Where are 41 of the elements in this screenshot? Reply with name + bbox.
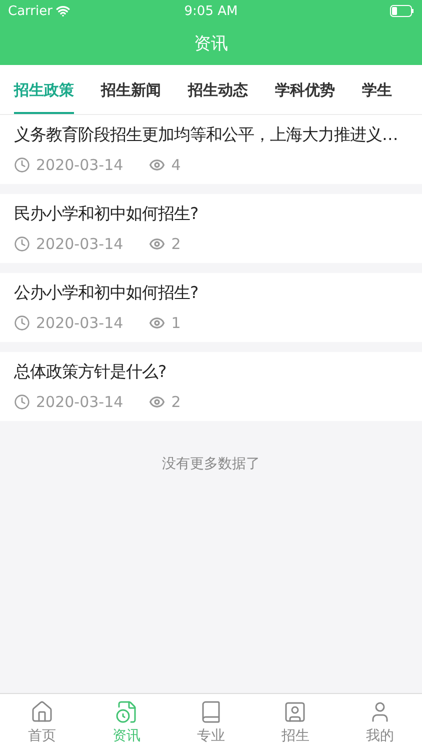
view-count: 2 xyxy=(171,235,181,253)
eye-icon xyxy=(149,236,166,252)
view-count: 4 xyxy=(171,156,181,174)
clock-icon xyxy=(14,236,30,252)
clock-icon xyxy=(14,315,30,331)
clock-icon xyxy=(14,157,30,173)
category-tab[interactable]: 招生动态 xyxy=(188,65,248,114)
article-date: 2020-03-14 xyxy=(36,393,124,411)
article-title: 义务教育阶段招生更加均等和公平，上海大力推进义… xyxy=(14,124,400,146)
contact-card-icon xyxy=(283,700,308,724)
document-clock-icon xyxy=(114,700,139,724)
view-count: 1 xyxy=(171,314,181,332)
category-tab[interactable]: 学生 xyxy=(362,65,392,114)
article-date: 2020-03-14 xyxy=(36,314,124,332)
eye-icon xyxy=(149,315,166,331)
article-card[interactable]: 公办小学和初中如何招生? 2020-03-14 1 xyxy=(0,273,422,342)
tab-bar-item[interactable]: 首页 xyxy=(0,694,84,750)
category-tab[interactable]: 招生新闻 xyxy=(101,65,161,114)
end-message: 没有更多数据了 xyxy=(162,456,260,472)
article-date: 2020-03-14 xyxy=(36,235,124,253)
article-title: 总体政策方针是什么? xyxy=(14,361,168,383)
article-card[interactable]: 民办小学和初中如何招生? 2020-03-14 2 xyxy=(0,194,422,263)
article-title: 公办小学和初中如何招生? xyxy=(14,282,200,304)
article-title: 民办小学和初中如何招生? xyxy=(14,203,200,225)
clock-time: 9:05 AM xyxy=(184,4,238,18)
clock-icon xyxy=(14,394,30,410)
page-title: 资讯 xyxy=(194,33,228,55)
tab-bar-item[interactable]: 我的 xyxy=(338,694,422,750)
article-date: 2020-03-14 xyxy=(36,156,124,174)
carrier-label: Carrier xyxy=(8,4,52,18)
wifi-icon xyxy=(56,4,70,18)
home-icon xyxy=(30,700,54,724)
eye-icon xyxy=(149,157,166,173)
category-tab[interactable]: 学科优势 xyxy=(275,65,335,114)
view-count: 2 xyxy=(171,393,181,411)
article-card[interactable]: 总体政策方针是什么? 2020-03-14 2 xyxy=(0,352,422,421)
tab-bar-item[interactable]: 招生 xyxy=(253,694,338,750)
battery-icon xyxy=(390,5,414,17)
eye-icon xyxy=(149,394,166,410)
article-card[interactable]: 义务教育阶段招生更加均等和公平，上海大力推进义… 2020-03-14 4 xyxy=(0,115,422,184)
tab-bar-item[interactable]: 专业 xyxy=(168,694,254,750)
